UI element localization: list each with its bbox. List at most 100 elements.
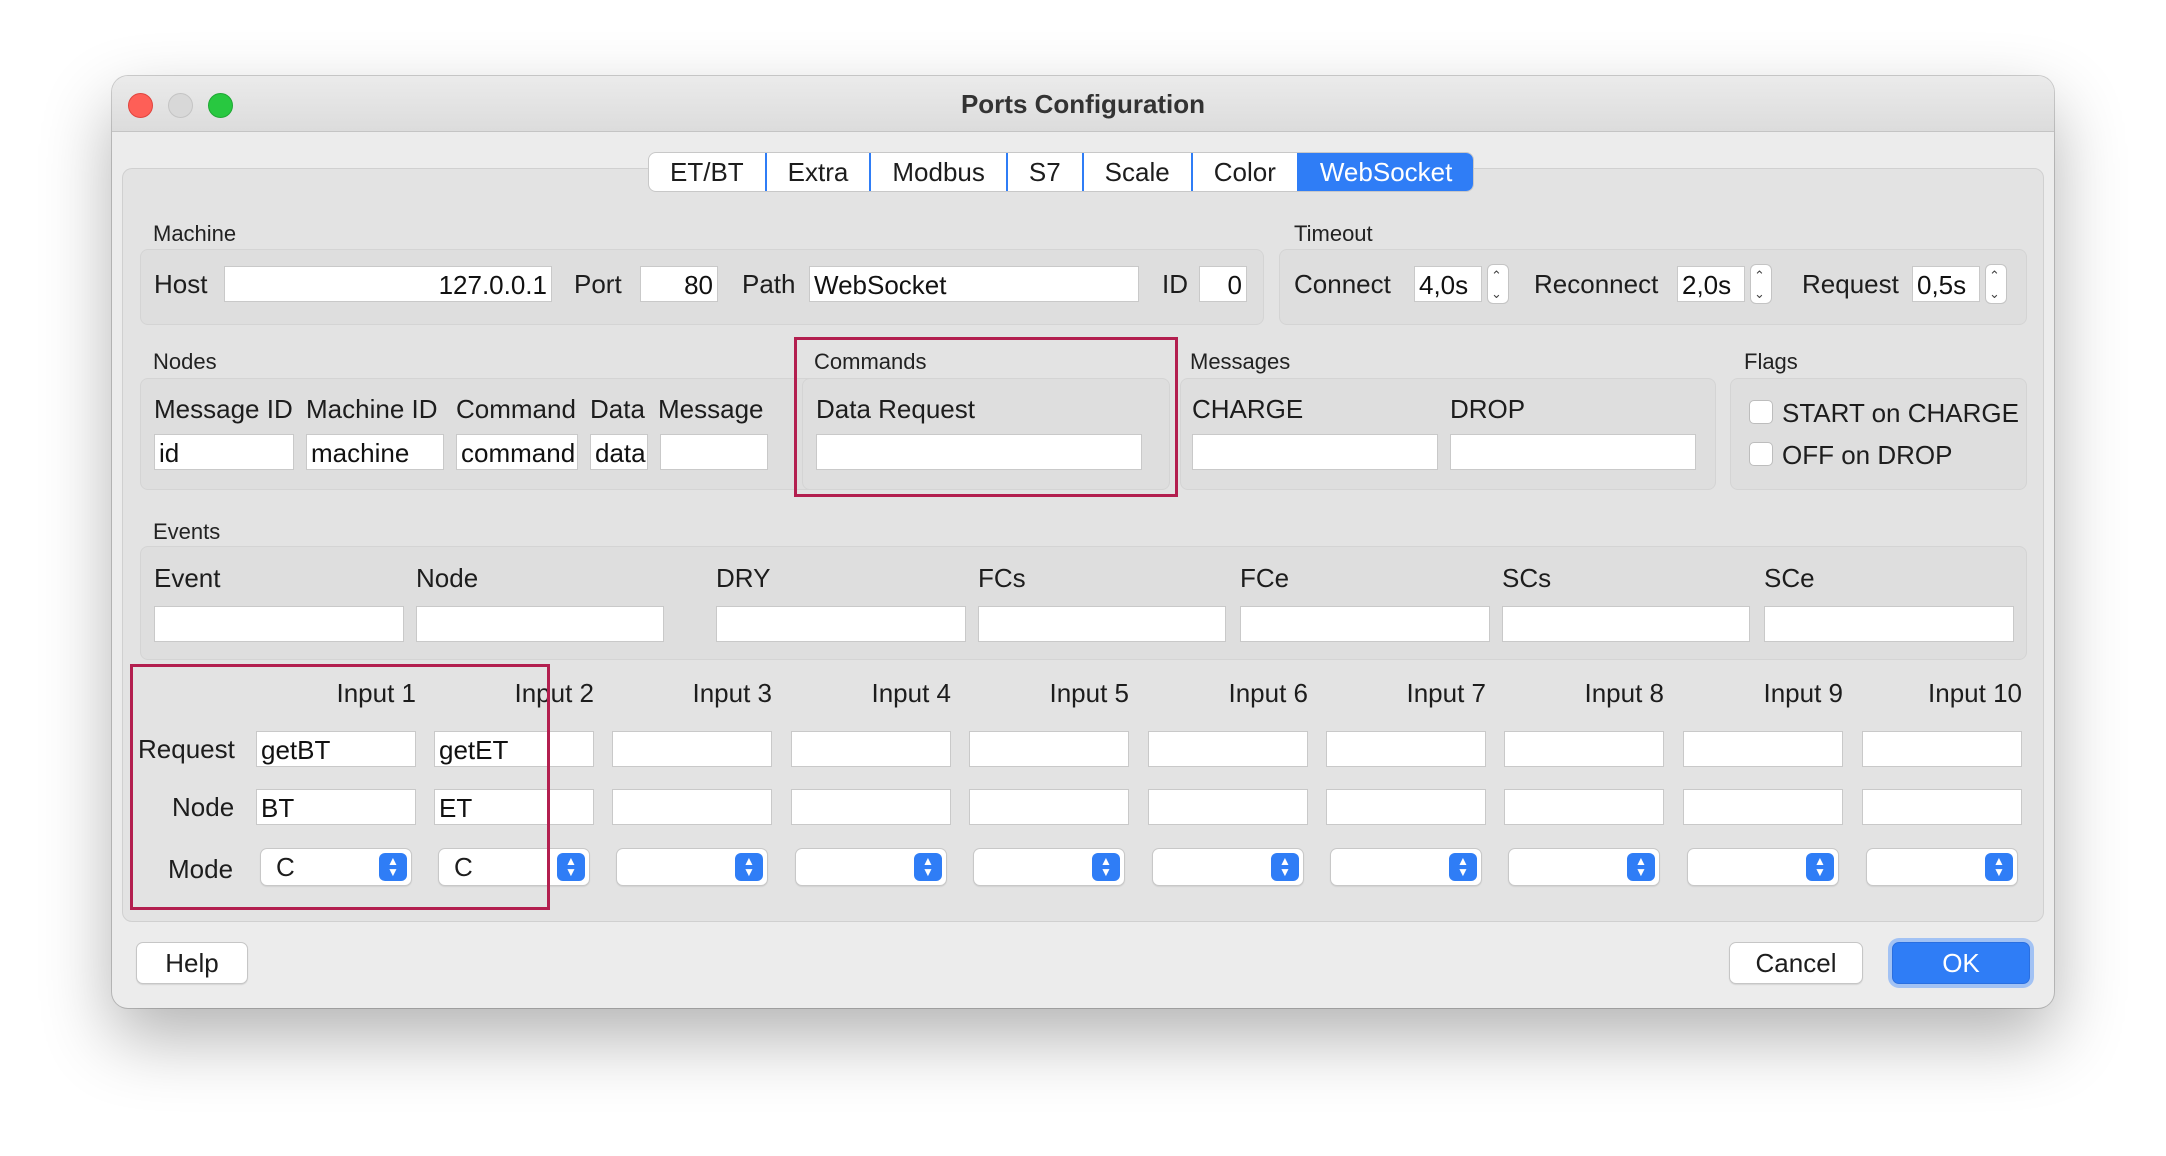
- input-9-node-input[interactable]: [1683, 789, 1843, 825]
- input-6-label: Input 6: [1228, 678, 1308, 708]
- sce-header: SCe: [1764, 563, 1815, 593]
- message-id-header: Message ID: [154, 394, 293, 424]
- host-label: Host: [154, 269, 208, 299]
- input-6-request-input[interactable]: [1148, 731, 1308, 767]
- node-header: Node: [416, 563, 479, 593]
- chevron-up-down-icon: ▲ ▼: [1271, 853, 1299, 881]
- path-label: Path: [742, 269, 796, 299]
- data-input[interactable]: data: [590, 434, 648, 470]
- ok-button[interactable]: OK: [1892, 942, 2030, 984]
- fce-header: FCe: [1240, 563, 1290, 593]
- input-5-request-input[interactable]: [969, 731, 1129, 767]
- input-9-request-input[interactable]: [1683, 731, 1843, 767]
- dry-input[interactable]: [716, 606, 966, 642]
- input-7-node-input[interactable]: [1326, 789, 1486, 825]
- message-header: Message: [658, 394, 764, 424]
- chevron-up-down-icon: ▲ ▼: [1449, 853, 1477, 881]
- tab-bar: ET/BT Extra Modbus S7 Scale Color WebSoc…: [648, 152, 1475, 192]
- window-title: Ports Configuration: [960, 89, 1206, 119]
- machine-id-input[interactable]: machine: [306, 434, 444, 470]
- command-header: Command: [456, 394, 576, 424]
- id-label: ID: [1162, 269, 1188, 299]
- message-input[interactable]: [660, 434, 768, 470]
- input-7-request-input[interactable]: [1326, 731, 1486, 767]
- flags-group-label: Flags: [1744, 349, 1798, 374]
- chevron-up-down-icon: ▲ ▼: [1092, 853, 1120, 881]
- start-on-charge-checkbox[interactable]: [1749, 400, 1773, 424]
- message-id-input[interactable]: id: [154, 434, 294, 470]
- input-9-label: Input 9: [1763, 678, 1843, 708]
- id-input[interactable]: 0: [1199, 266, 1247, 302]
- chevron-up-down-icon: ▲ ▼: [1627, 853, 1655, 881]
- charge-label: CHARGE: [1192, 394, 1304, 424]
- request-timeout-stepper[interactable]: ⌃ ⌄: [1985, 264, 2007, 304]
- host-input[interactable]: 127.0.0.1: [224, 266, 552, 302]
- machine-group-label: Machine: [153, 221, 237, 246]
- input-3-request-input[interactable]: [612, 731, 772, 767]
- reconnect-timeout-stepper[interactable]: ⌃ ⌄: [1750, 264, 1772, 304]
- input-4-mode-select[interactable]: ▲ ▼: [795, 848, 947, 886]
- ports-configuration-dialog: Ports Configuration ET/BT Extra Modbus S…: [112, 76, 2054, 1008]
- scs-input[interactable]: [1502, 606, 1750, 642]
- fcs-input[interactable]: [978, 606, 1226, 642]
- input-7-mode-select[interactable]: ▲ ▼: [1330, 848, 1482, 886]
- path-input[interactable]: WebSocket: [809, 266, 1139, 302]
- off-on-drop-label: OFF on DROP: [1782, 440, 1953, 470]
- connect-timeout-input[interactable]: 4,0s: [1414, 266, 1482, 302]
- input-9-mode-select[interactable]: ▲ ▼: [1687, 848, 1839, 886]
- chevron-up-down-icon: ▲ ▼: [914, 853, 942, 881]
- reconnect-timeout-input[interactable]: 2,0s: [1677, 266, 1745, 302]
- drop-label: DROP: [1450, 394, 1526, 424]
- request-timeout-label: Request: [1802, 269, 1899, 299]
- data-header: Data: [590, 394, 645, 424]
- tab-color[interactable]: Color: [1193, 153, 1299, 191]
- cancel-button[interactable]: Cancel: [1729, 942, 1863, 984]
- scs-header: SCs: [1502, 563, 1552, 593]
- input-4-request-input[interactable]: [791, 731, 951, 767]
- input-6-node-input[interactable]: [1148, 789, 1308, 825]
- connect-timeout-stepper[interactable]: ⌃ ⌄: [1487, 264, 1509, 304]
- dry-header: DRY: [716, 563, 771, 593]
- chevron-up-down-icon: ▲ ▼: [557, 853, 585, 881]
- tab-extra[interactable]: Extra: [767, 153, 872, 191]
- input-4-node-input[interactable]: [791, 789, 951, 825]
- input-3-mode-select[interactable]: ▲ ▼: [616, 848, 768, 886]
- chevron-up-down-icon: ▲ ▼: [1985, 853, 2013, 881]
- fce-input[interactable]: [1240, 606, 1490, 642]
- title-bar: Ports Configuration: [112, 76, 2054, 132]
- input-8-mode-select[interactable]: ▲ ▼: [1508, 848, 1660, 886]
- tab-websocket[interactable]: WebSocket: [1298, 153, 1474, 191]
- event-input[interactable]: [154, 606, 404, 642]
- events-group-label: Events: [153, 519, 221, 544]
- tab-et-bt[interactable]: ET/BT: [649, 153, 767, 191]
- input-7-label: Input 7: [1406, 678, 1486, 708]
- drop-message-input[interactable]: [1450, 434, 1696, 470]
- sce-input[interactable]: [1764, 606, 2014, 642]
- node-input[interactable]: [416, 606, 664, 642]
- input-10-mode-select[interactable]: ▲ ▼: [1866, 848, 2018, 886]
- input-8-node-input[interactable]: [1504, 789, 1664, 825]
- charge-message-input[interactable]: [1192, 434, 1438, 470]
- input-5-mode-select[interactable]: ▲ ▼: [973, 848, 1125, 886]
- tab-scale[interactable]: Scale: [1084, 153, 1193, 191]
- off-on-drop-checkbox[interactable]: [1749, 442, 1773, 466]
- command-input[interactable]: command: [456, 434, 578, 470]
- tab-s7[interactable]: S7: [1008, 153, 1084, 191]
- fcs-header: FCs: [978, 563, 1026, 593]
- reconnect-label: Reconnect: [1534, 269, 1659, 299]
- input-6-mode-select[interactable]: ▲ ▼: [1152, 848, 1304, 886]
- input-10-request-input[interactable]: [1862, 731, 2022, 767]
- input-5-node-input[interactable]: [969, 789, 1129, 825]
- tab-modbus[interactable]: Modbus: [871, 153, 1008, 191]
- port-input[interactable]: 80: [640, 266, 718, 302]
- input-8-request-input[interactable]: [1504, 731, 1664, 767]
- input-10-label: Input 10: [1928, 678, 2022, 708]
- chevron-up-down-icon: ▲ ▼: [1806, 853, 1834, 881]
- input-10-node-input[interactable]: [1862, 789, 2022, 825]
- flags-group: [1730, 378, 2027, 490]
- commands-highlight-box: [794, 337, 1178, 497]
- request-timeout-input[interactable]: 0,5s: [1912, 266, 1980, 302]
- input-3-node-input[interactable]: [612, 789, 772, 825]
- help-button[interactable]: Help: [136, 942, 248, 984]
- inputs-highlight-box: [130, 664, 550, 910]
